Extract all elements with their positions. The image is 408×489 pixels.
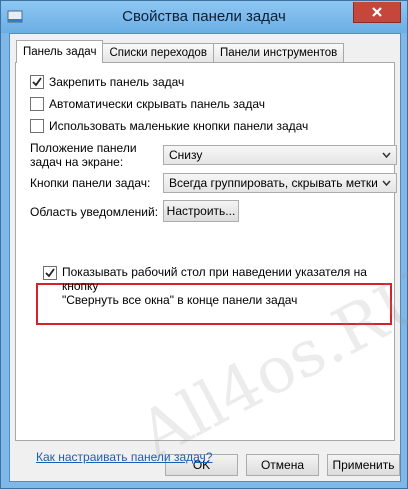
position-label-line1: Положение панели — [30, 141, 137, 155]
lock-taskbar-checkbox[interactable] — [30, 75, 44, 89]
lock-taskbar-option[interactable]: Закрепить панель задач — [30, 75, 184, 89]
close-icon — [372, 7, 382, 17]
chevron-down-icon — [382, 180, 391, 186]
close-button[interactable] — [353, 2, 401, 23]
tab-panel-taskbar: Закрепить панель задач Автоматически скр… — [15, 62, 408, 473]
title-bar[interactable]: Свойства панели задач — [1, 1, 407, 33]
small-buttons-option[interactable]: Использовать маленькие кнопки панели зад… — [30, 119, 308, 133]
grouping-value: Всегда группировать, скрывать метки — [169, 176, 378, 190]
help-link[interactable]: Как настраивать панели задач? — [36, 450, 212, 464]
peek-label-line2: "Свернуть все окна" в конце панели задач — [62, 293, 298, 307]
peek-option[interactable]: Показывать рабочий стол при наведении ук… — [43, 265, 394, 307]
small-buttons-label: Использовать маленькие кнопки панели зад… — [49, 119, 309, 133]
apply-button[interactable]: Применить — [327, 454, 400, 476]
cancel-button[interactable]: Отмена — [246, 454, 319, 476]
chevron-down-icon — [382, 152, 391, 158]
peek-label-line1: Показывать рабочий стол при наведении ук… — [62, 265, 367, 293]
tab-jump-lists[interactable]: Списки переходов — [102, 43, 214, 63]
position-dropdown[interactable]: Снизу — [163, 145, 397, 165]
tab-toolbars[interactable]: Панели инструментов — [212, 43, 345, 63]
grouping-label: Кнопки панели задач: — [30, 176, 151, 190]
window-title: Свойства панели задач — [122, 8, 286, 25]
dialog-client-area: Панель задач Списки переходов Панели инс… — [9, 33, 408, 482]
tab-taskbar[interactable]: Панель задач — [16, 40, 104, 63]
position-label: Положение панели задач на экране: — [30, 141, 137, 169]
auto-hide-option[interactable]: Автоматически скрывать панель задач — [30, 97, 265, 111]
peek-label: Показывать рабочий стол при наведении ук… — [62, 265, 394, 307]
tab-strip: Панель задач Списки переходов Панели инс… — [16, 40, 345, 63]
position-value: Снизу — [169, 148, 203, 162]
notification-label: Область уведомлений: — [30, 205, 159, 219]
auto-hide-checkbox[interactable] — [30, 97, 44, 111]
lock-taskbar-label: Закрепить панель задач — [49, 75, 185, 89]
auto-hide-label: Автоматически скрывать панель задач — [49, 97, 266, 111]
position-label-line2: задач на экране: — [30, 155, 124, 169]
peek-checkbox[interactable] — [43, 266, 57, 280]
customize-button[interactable]: Настроить... — [163, 200, 239, 222]
checkmark-icon — [45, 268, 55, 278]
dialog-window: Свойства панели задач Панель задач Списк… — [0, 0, 408, 489]
checkmark-icon — [32, 77, 42, 87]
small-buttons-checkbox[interactable] — [30, 119, 44, 133]
grouping-dropdown[interactable]: Всегда группировать, скрывать метки — [163, 173, 397, 193]
